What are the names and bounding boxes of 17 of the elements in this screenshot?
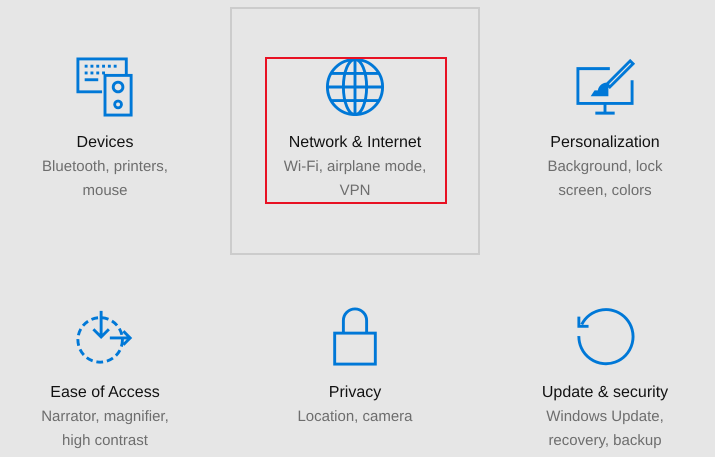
tile-title[interactable]: Personalization [550, 131, 660, 155]
settings-tile[interactable]: Network & Internet Wi-Fi, airplane mode, VPN [230, 7, 480, 255]
tile-description: Location, camera [296, 407, 414, 427]
tile-description: Wi-Fi, airplane mode, VPN [282, 157, 428, 201]
tile-title[interactable]: Update & security [542, 381, 668, 405]
globe-icon [325, 57, 385, 117]
monitor-brush-icon [575, 57, 635, 117]
tile-description: Narrator, magnifier, high contrast [40, 407, 170, 451]
tile-title: Network & Internet [288, 133, 422, 153]
tile-title[interactable]: Privacy [328, 381, 382, 405]
tile-title[interactable]: Devices [76, 131, 134, 155]
tile-title[interactable]: Ease of Access [50, 381, 160, 405]
circular-arrow-icon [575, 307, 635, 367]
tile-description: Windows Update, recovery, backup [545, 407, 665, 451]
tile-description: Bluetooth, printers, mouse [41, 157, 169, 201]
keyboard-speaker-icon [75, 57, 135, 117]
tile-description: Background, lock screen, colors [546, 157, 664, 201]
